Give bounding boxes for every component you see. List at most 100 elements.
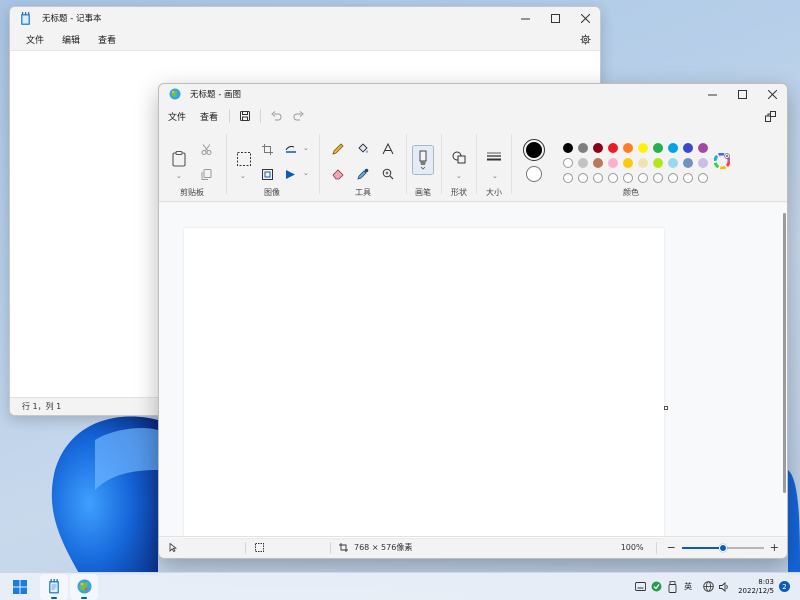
taskbar: 英 8:03 2022/12/5 2: [0, 572, 800, 600]
paste-dropdown-chevron[interactable]: ⌄: [176, 172, 182, 180]
paint-statusbar: 768 × 576像素 100% − +: [159, 536, 787, 558]
custom-color-slot[interactable]: [623, 173, 633, 183]
color-swatch[interactable]: [638, 143, 648, 153]
minimize-button[interactable]: [510, 7, 540, 29]
share-button[interactable]: [759, 107, 781, 125]
paint-titlebar[interactable]: 无标题 - 画图: [159, 84, 787, 104]
menu-file[interactable]: 文件: [17, 33, 53, 46]
custom-color-slot[interactable]: [563, 173, 573, 183]
tray-usb-button[interactable]: [664, 579, 680, 595]
undo-button[interactable]: [265, 107, 287, 125]
color-swatch[interactable]: [698, 158, 708, 168]
group-label-image: 图像: [264, 188, 280, 197]
resize-button[interactable]: [257, 165, 277, 183]
zoom-level-label: 100%: [620, 543, 644, 552]
color-swatch[interactable]: [698, 143, 708, 153]
redo-button[interactable]: [287, 107, 309, 125]
custom-color-slot[interactable]: [698, 173, 708, 183]
menu-edit[interactable]: 编辑: [53, 33, 89, 46]
tray-ime-button[interactable]: 英: [680, 579, 696, 595]
drawing-canvas[interactable]: [184, 228, 664, 538]
rotate-dropdown-chevron[interactable]: ⌄: [303, 169, 309, 177]
shapes-button[interactable]: [449, 148, 469, 166]
taskbar-notepad[interactable]: [40, 573, 68, 600]
custom-color-slot[interactable]: [668, 173, 678, 183]
rotate-button[interactable]: [281, 165, 301, 183]
size-dropdown-chevron[interactable]: ⌄: [492, 172, 498, 180]
notification-badge[interactable]: 2: [779, 581, 790, 592]
minimize-button[interactable]: [697, 84, 727, 104]
notepad-titlebar[interactable]: 无标题 - 记事本: [10, 7, 600, 29]
color-swatch[interactable]: [683, 158, 693, 168]
color-swatch[interactable]: [608, 158, 618, 168]
cut-button[interactable]: [196, 140, 216, 158]
tray-network-button[interactable]: [700, 579, 716, 595]
secondary-color-swatch[interactable]: [526, 166, 542, 182]
vertical-scrollbar[interactable]: [783, 213, 786, 493]
maximize-button[interactable]: [727, 84, 757, 104]
tray-security-button[interactable]: [648, 579, 664, 595]
shapes-dropdown-chevron[interactable]: ⌄: [456, 172, 462, 180]
custom-color-slot[interactable]: [593, 173, 603, 183]
select-dropdown-chevron[interactable]: ⌄: [240, 172, 246, 180]
custom-color-slot[interactable]: [638, 173, 648, 183]
settings-button[interactable]: [578, 33, 592, 47]
fill-tool[interactable]: [353, 140, 373, 158]
color-swatch[interactable]: [593, 143, 603, 153]
color-swatch[interactable]: [653, 143, 663, 153]
eraser-tool[interactable]: [328, 165, 348, 183]
color-swatch[interactable]: [563, 143, 573, 153]
color-swatch[interactable]: [623, 158, 633, 168]
brushes-button[interactable]: [412, 145, 434, 175]
save-button[interactable]: [234, 107, 256, 125]
menu-file[interactable]: 文件: [161, 110, 193, 123]
clock[interactable]: 8:03 2022/12/5: [738, 578, 774, 596]
color-swatch[interactable]: [608, 143, 618, 153]
color-swatch[interactable]: [578, 158, 588, 168]
canvas-size-label: 768 × 576像素: [354, 543, 413, 552]
color-swatch[interactable]: [623, 143, 633, 153]
custom-color-slot[interactable]: [578, 173, 588, 183]
color-swatch[interactable]: [683, 143, 693, 153]
canvas-resize-handle[interactable]: [664, 406, 668, 410]
start-button[interactable]: [6, 574, 34, 600]
pencil-tool[interactable]: [328, 140, 348, 158]
color-swatch[interactable]: [653, 158, 663, 168]
primary-color-swatch[interactable]: [523, 139, 545, 161]
color-swatch[interactable]: [578, 143, 588, 153]
zoom-out-button[interactable]: −: [667, 542, 676, 553]
tray-volume-button[interactable]: [716, 579, 732, 595]
crop-button[interactable]: [257, 140, 277, 158]
color-swatch[interactable]: [638, 158, 648, 168]
maximize-button[interactable]: [540, 7, 570, 29]
zoom-slider[interactable]: [681, 543, 764, 552]
close-button[interactable]: [570, 7, 600, 29]
size-button[interactable]: [484, 148, 504, 166]
color-swatch[interactable]: [668, 143, 678, 153]
zoom-slider-thumb[interactable]: [718, 543, 727, 552]
color-swatch[interactable]: [593, 158, 603, 168]
color-picker-tool[interactable]: [353, 165, 373, 183]
taskbar-paint[interactable]: [70, 573, 98, 600]
select-button[interactable]: [233, 148, 255, 170]
custom-color-slot[interactable]: [683, 173, 693, 183]
paint-window[interactable]: 无标题 - 画图 文件 查看 ⌄ 剪贴板 ⌄ ⌄ ⌄ 图像 工具 画笔 ⌄ 形状…: [158, 83, 788, 559]
paste-button[interactable]: [168, 148, 190, 170]
menu-view[interactable]: 查看: [193, 110, 225, 123]
magnifier-tool[interactable]: [378, 165, 398, 183]
color-wheel-icon: [714, 153, 730, 169]
edit-colors-button[interactable]: [712, 152, 732, 170]
remove-background-chevron[interactable]: ⌄: [303, 144, 309, 152]
copy-button[interactable]: [196, 165, 216, 183]
remove-background-button[interactable]: [281, 140, 301, 158]
text-tool[interactable]: [378, 140, 398, 158]
crop-icon: [261, 143, 273, 155]
custom-color-slot[interactable]: [608, 173, 618, 183]
color-swatch[interactable]: [563, 158, 573, 168]
close-button[interactable]: [757, 84, 787, 104]
zoom-in-button[interactable]: +: [770, 542, 779, 553]
custom-color-slot[interactable]: [653, 173, 663, 183]
menu-view[interactable]: 查看: [89, 33, 125, 46]
tray-keyboard-button[interactable]: [632, 579, 648, 595]
color-swatch[interactable]: [668, 158, 678, 168]
